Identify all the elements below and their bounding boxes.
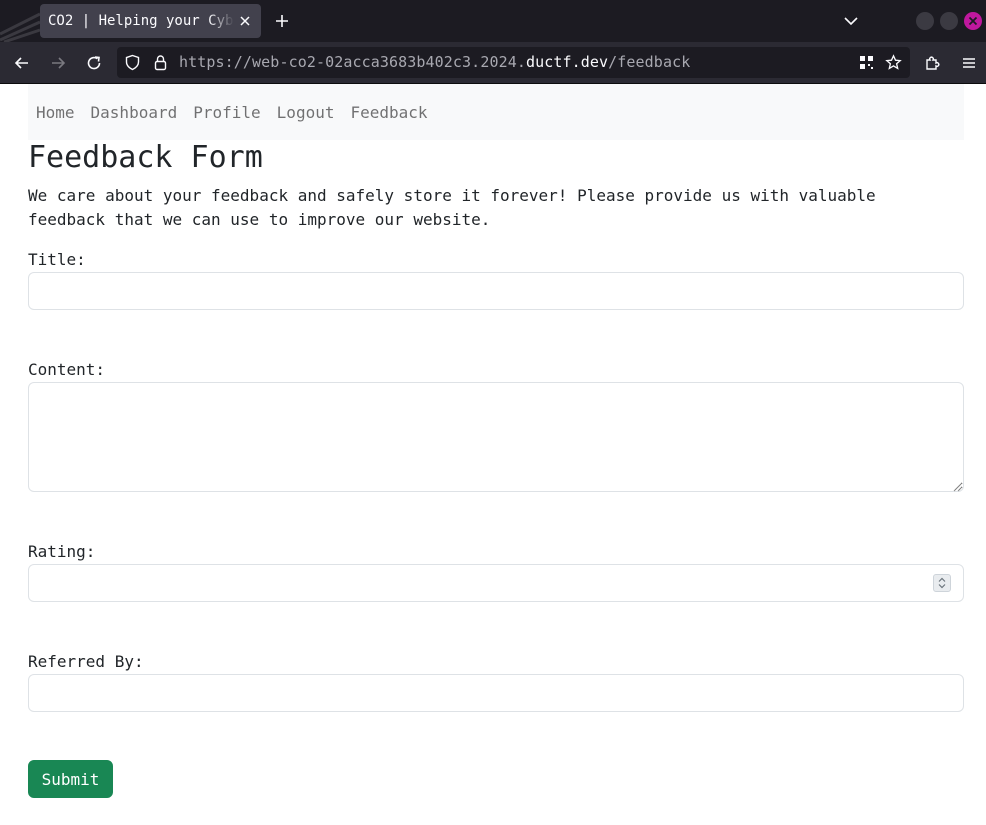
rating-number-input[interactable] [28,564,964,602]
close-window-button[interactable] [964,12,982,30]
new-tab-icon[interactable] [274,13,290,29]
maximize-window-button[interactable] [940,12,958,30]
lock-icon[interactable] [152,54,169,71]
url-text[interactable]: https://web-co2-02acca3683b402c3.2024.du… [179,53,690,71]
menu-icon[interactable] [960,54,978,72]
qr-code-icon[interactable] [858,54,875,71]
url-path: /feedback [608,53,691,71]
rating-spinner[interactable] [933,574,951,592]
active-tab[interactable]: CO2 | Helping your Cybersecurity [40,4,261,38]
url-domain: ductf.dev [525,53,609,71]
minimize-window-button[interactable] [916,12,934,30]
firefox-view-decoration [0,12,41,42]
reload-icon[interactable] [85,54,103,72]
content-label: Content: [28,360,106,379]
tab-title: CO2 | Helping your Cybersecurity [48,13,234,29]
rating-label: Rating: [28,542,96,561]
referred-by-label: Referred By: [28,652,144,671]
nav-link-logout[interactable]: Logout [277,103,335,122]
spinner-arrows-icon [938,577,946,589]
list-all-tabs-icon[interactable] [843,13,859,29]
tracking-shield-icon[interactable] [124,54,141,71]
resize-handle-icon[interactable] [950,480,962,492]
browser-tab-bar: CO2 | Helping your Cybersecurity [0,0,986,42]
back-arrow-icon[interactable] [13,54,31,72]
nav-link-profile[interactable]: Profile [193,103,260,122]
forward-arrow-icon[interactable] [49,54,67,72]
title-input[interactable] [28,272,964,310]
nav-link-home[interactable]: Home [36,103,75,122]
close-tab-icon[interactable] [237,13,253,29]
submit-button[interactable]: Submit [28,760,113,798]
nav-link-feedback[interactable]: Feedback [350,103,427,122]
intro-text: We care about your feedback and safely s… [28,186,876,229]
nav-link-dashboard[interactable]: Dashboard [91,103,178,122]
page-title: Feedback Form [28,140,263,175]
web-page: Home Dashboard Profile Logout Feedback F… [0,84,986,825]
address-bar[interactable]: https://web-co2-02acca3683b402c3.2024.du… [117,47,910,78]
site-navbar: Home Dashboard Profile Logout Feedback [28,84,964,140]
bookmark-star-icon[interactable] [885,54,902,71]
close-window-icon [968,16,978,26]
url-prefix: https://web-co2-02acca3683b402c3.2024. [179,53,526,71]
content-textarea[interactable] [28,382,964,492]
extensions-icon[interactable] [924,54,942,72]
title-label: Title: [28,250,86,269]
referred-by-input[interactable] [28,674,964,712]
